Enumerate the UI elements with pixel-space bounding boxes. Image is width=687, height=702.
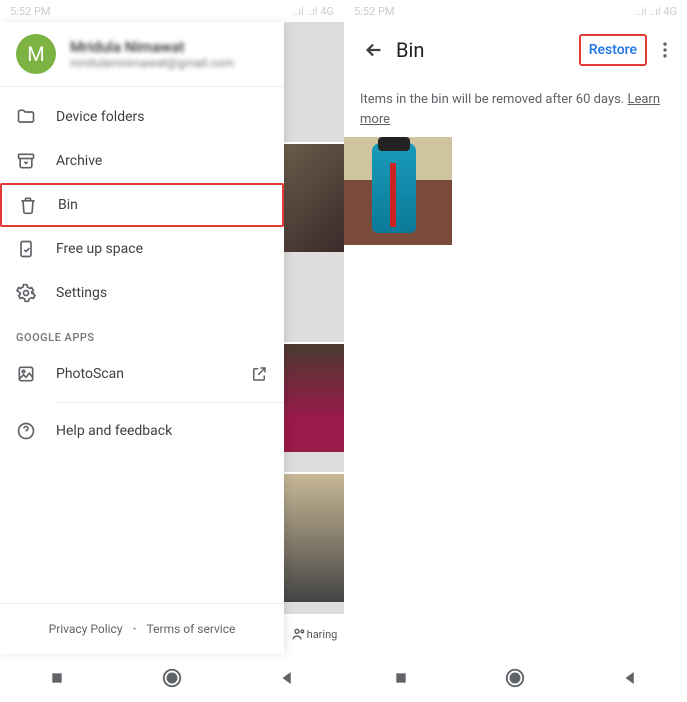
bg-photo: [284, 342, 344, 452]
bg-photo: [284, 472, 344, 602]
drawer-panel: M Mridula Nimawat mridulamnimawat@gmail.…: [0, 22, 284, 654]
drawer-container: haring M Mridula Nimawat mridulamnimawat…: [0, 22, 344, 654]
footer: Privacy Policy • Terms of service: [0, 603, 284, 654]
account-header[interactable]: M Mridula Nimawat mridulamnimawat@gmail.…: [0, 22, 284, 87]
menu-device-folders[interactable]: Device folders: [0, 95, 284, 139]
account-email: mridulamnimawat@gmail.com: [70, 56, 234, 70]
terms-link[interactable]: Terms of service: [147, 622, 236, 636]
more-button[interactable]: [655, 40, 675, 60]
status-bar: 5:52 PM ..ıl ..ıl 4G: [0, 0, 344, 22]
external-link-icon: [250, 365, 268, 383]
help-icon: [16, 421, 36, 441]
bg-photo: [284, 142, 344, 252]
account-name: Mridula Nimawat: [70, 38, 234, 56]
left-screenshot: 5:52 PM ..ıl ..ıl 4G haring M Mridula Ni…: [0, 0, 344, 702]
menu-label: Help and feedback: [56, 423, 268, 439]
folder-icon: [16, 107, 36, 127]
account-text: Mridula Nimawat mridulamnimawat@gmail.co…: [70, 38, 234, 70]
menu: Device folders Archive Bin: [0, 87, 284, 603]
status-signal: ..ıl ..ıl 4G: [635, 5, 677, 18]
restore-button[interactable]: Restore: [579, 34, 647, 66]
more-vert-icon: [655, 40, 675, 60]
back-arrow-icon: [363, 39, 385, 61]
trash-icon: [18, 195, 38, 215]
nav-recent-icon[interactable]: [45, 666, 69, 690]
menu-photoscan[interactable]: PhotoScan: [0, 352, 284, 396]
menu-label: Archive: [56, 153, 268, 169]
section-google-apps: GOOGLE APPS: [0, 315, 284, 352]
nav-back-icon[interactable]: [275, 666, 299, 690]
photo-grid: [344, 137, 687, 247]
menu-label: Free up space: [56, 241, 268, 257]
dot: •: [133, 622, 137, 636]
menu-settings[interactable]: Settings: [0, 271, 284, 315]
menu-bin[interactable]: Bin: [0, 183, 284, 227]
back-button[interactable]: [356, 39, 392, 61]
right-screenshot: 5:52 PM ..ıl ..ıl 4G Bin Restore Items i…: [344, 0, 687, 702]
status-bar: 5:52 PM ..ıl ..ıl 4G: [344, 0, 687, 22]
photo-thumbnail[interactable]: [344, 137, 452, 245]
menu-label: PhotoScan: [56, 366, 250, 382]
menu-label: Device folders: [56, 109, 268, 125]
nav-bar: [0, 654, 344, 702]
app-bar: Bin Restore: [344, 22, 687, 78]
gear-icon: [16, 283, 36, 303]
menu-archive[interactable]: Archive: [0, 139, 284, 183]
menu-label: Settings: [56, 285, 268, 301]
bin-notice: Items in the bin will be removed after 6…: [344, 78, 687, 137]
status-signal: ..ıl ..ıl 4G: [292, 5, 334, 18]
divider: [54, 402, 284, 403]
free-up-icon: [16, 239, 36, 259]
nav-home-icon[interactable]: [503, 666, 527, 690]
spacer: [344, 247, 687, 654]
privacy-link[interactable]: Privacy Policy: [49, 622, 123, 636]
bg-sharing-tab: haring: [284, 614, 344, 654]
notice-text: Items in the bin will be removed after 6…: [360, 92, 627, 107]
status-time: 5:52 PM: [10, 5, 50, 18]
avatar: M: [16, 34, 56, 74]
nav-home-icon[interactable]: [160, 666, 184, 690]
nav-recent-icon[interactable]: [389, 666, 413, 690]
nav-back-icon[interactable]: [618, 666, 642, 690]
photoscan-icon: [16, 364, 36, 384]
archive-icon: [16, 151, 36, 171]
menu-free-up-space[interactable]: Free up space: [0, 227, 284, 271]
nav-bar: [344, 654, 687, 702]
drawer-backdrop: haring: [284, 22, 344, 654]
page-title: Bin: [396, 38, 579, 62]
menu-help-feedback[interactable]: Help and feedback: [0, 409, 284, 453]
photo-content: [372, 143, 416, 233]
menu-label: Bin: [58, 197, 266, 213]
status-time: 5:52 PM: [354, 5, 394, 18]
